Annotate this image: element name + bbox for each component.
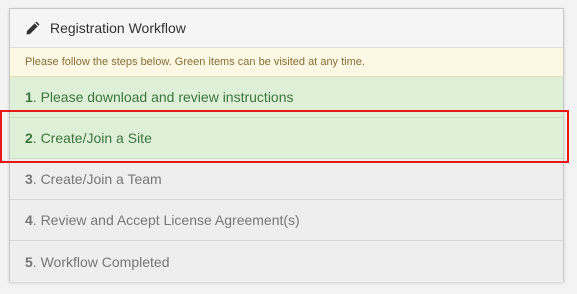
registration-workflow-panel: Registration Workflow Please follow the … [9,8,564,282]
step-label: . Review and Accept License Agreement(s) [32,212,300,228]
step-create-join-site[interactable]: 2. Create/Join a Site [10,118,563,159]
step-number: 5 [25,253,33,270]
step-number: 2 [25,130,33,146]
panel-header: Registration Workflow [10,9,563,48]
step-label: . Workflow Completed [32,253,170,270]
pencil-icon [25,20,41,36]
instructions-notice: Please follow the steps below. Green ite… [10,48,563,77]
step-workflow-completed: 5. Workflow Completed [10,241,563,282]
step-number: 1 [25,89,33,105]
step-label: . Create/Join a Site [32,130,152,146]
step-number: 4 [25,212,33,228]
step-label: . Please download and review instruction… [32,89,294,105]
step-label: . Create/Join a Team [32,171,162,187]
panel-title: Registration Workflow [50,20,186,36]
step-create-join-team: 3. Create/Join a Team [10,159,563,200]
step-download-instructions[interactable]: 1. Please download and review instructio… [10,77,563,118]
step-license-agreement: 4. Review and Accept License Agreement(s… [10,200,563,241]
step-number: 3 [25,171,33,187]
